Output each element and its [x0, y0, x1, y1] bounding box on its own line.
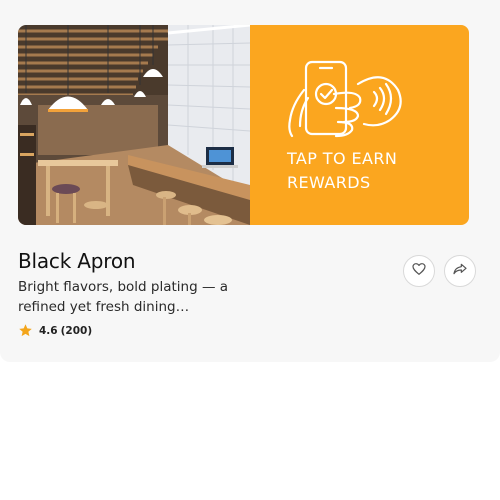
promo-text: TAP TO EARN REWARDS: [287, 147, 447, 195]
favorite-button[interactable]: [403, 255, 435, 287]
share-button[interactable]: [444, 255, 476, 287]
promo-line-2: REWARDS: [287, 173, 371, 192]
share-icon: [452, 261, 468, 281]
tap-phone-icon: [286, 60, 406, 144]
rating-value: 4.6: [39, 324, 58, 337]
star-icon: [18, 323, 33, 338]
restaurant-name[interactable]: Black Apron: [18, 249, 136, 273]
rewards-promo[interactable]: TAP TO EARN REWARDS: [250, 25, 469, 225]
restaurant-photo: [18, 25, 250, 225]
banner[interactable]: TAP TO EARN REWARDS: [18, 25, 469, 225]
rating: 4.6 (200): [18, 323, 92, 338]
heart-icon: [411, 261, 427, 281]
restaurant-description: Bright flavors, bold plating — a refined…: [18, 279, 229, 315]
rating-count: (200): [60, 324, 93, 337]
restaurant-card[interactable]: TAP TO EARN REWARDS Black Apron Bright f…: [0, 0, 500, 362]
promo-line-1: TAP TO EARN: [287, 149, 398, 168]
